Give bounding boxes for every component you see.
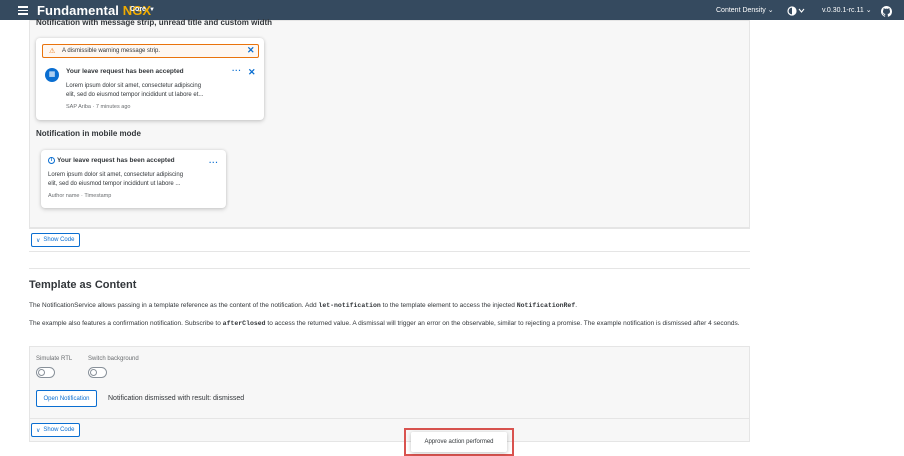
divider [29, 418, 750, 419]
close-icon[interactable]: ✕ [247, 45, 255, 56]
chevron-down-icon: ⌄ [865, 7, 872, 14]
github-icon [881, 6, 893, 17]
notification-author: Author name [48, 193, 80, 199]
brand-main: Fundamental [37, 3, 119, 18]
version-label: v.0.30.1-rc.11 [822, 7, 864, 14]
switch-background-label: Switch background [88, 356, 139, 362]
divider [29, 251, 750, 252]
theme-menu[interactable] [786, 4, 806, 22]
switch-background-switch[interactable] [88, 367, 107, 378]
para1-text: to the template element to access the in… [382, 302, 515, 309]
theme-icon [787, 6, 805, 16]
notification-body-line: elit, sed do eiusmod tempor incididunt u… [66, 92, 204, 98]
chevron-down-icon: ∨ [36, 427, 41, 434]
code-let-notification: let-notification [318, 302, 381, 309]
calendar-icon: ▦ [45, 68, 59, 82]
notification-time: 7 minutes ago [95, 104, 131, 110]
github-link[interactable] [881, 4, 893, 22]
para2-text: The example also features a confirmation… [29, 320, 221, 327]
warning-icon: ⚠ [49, 48, 56, 55]
info-icon: i [48, 157, 55, 164]
simulate-rtl-switch[interactable] [36, 367, 55, 378]
toast-message: Approve action performed [411, 432, 507, 452]
content-density-label: Content Density [716, 7, 766, 14]
show-code-label: Show Code [43, 427, 75, 433]
divider [29, 228, 750, 229]
mobile-notification-title: Your leave request has been accepted [57, 157, 175, 164]
result-text: Notification dismissed with result: dism… [108, 395, 245, 402]
para2-text: to access the returned value. A dismissa… [267, 320, 661, 327]
chevron-down-icon: ∨ [36, 237, 41, 244]
mobile-notification-footer: Author name · Timestamp [48, 193, 111, 199]
mobile-notification-body-line: Lorem ipsum dolor sit amet, consectetur … [48, 172, 184, 178]
description-paragraph: The NotificationService allows passing i… [29, 301, 749, 310]
description-paragraph: The example also features a confirmation… [29, 319, 751, 328]
simulate-rtl-label: Simulate RTL [36, 356, 73, 362]
notification-body-line: Lorem ipsum dolor sit amet, consectetur … [66, 83, 202, 89]
menu-icon[interactable] [18, 4, 28, 16]
close-icon[interactable]: ✕ [248, 67, 256, 78]
overflow-icon[interactable]: ··· [209, 158, 219, 167]
version-menu[interactable]: v.0.30.1-rc.11 ⌄ [822, 6, 872, 14]
footer-separator: · [92, 104, 95, 110]
product-menu[interactable]: Core ▼ [130, 6, 155, 13]
example-title: Notification with message strip, unread … [36, 18, 273, 27]
code-after-closed: afterClosed [222, 320, 266, 327]
notification-title: Your leave request has been accepted [66, 68, 184, 75]
show-code-button[interactable]: ∨ Show Code [31, 423, 81, 437]
mobile-mode-title: Notification in mobile mode [36, 129, 141, 138]
overflow-icon[interactable]: ··· [232, 66, 242, 75]
product-label: Core [130, 6, 146, 13]
shell-bar: Fundamental NGX Core ▼ Content Density ⌄ … [0, 0, 904, 20]
content-density-menu[interactable]: Content Density ⌄ [716, 6, 774, 14]
chevron-down-icon: ⌄ [767, 7, 774, 14]
switch-knob [38, 369, 45, 376]
notification-footer: SAP Ariba · 7 minutes ago [66, 104, 130, 110]
open-notification-button[interactable]: Open Notification [36, 390, 97, 407]
para1-text: . [575, 302, 578, 309]
message-strip-text: A dismissible warning message strip. [62, 48, 161, 54]
show-code-button[interactable]: ∨ Show Code [31, 233, 81, 247]
para1-text: The NotificationService allows passing i… [29, 302, 317, 309]
mobile-notification-body-line: elit, sed do eiusmod tempor incididunt u… [48, 181, 181, 187]
caret-down-icon: ▼ [148, 7, 155, 13]
section-title: Template as Content [29, 279, 137, 291]
notification-timestamp: Timestamp [84, 193, 112, 199]
notification-source: SAP Ariba [66, 104, 91, 110]
footer-separator: · [81, 193, 83, 199]
switch-knob [90, 369, 97, 376]
code-notification-ref: NotificationRef [516, 302, 576, 309]
para2-text: dismissed after 4 seconds. [662, 320, 740, 327]
show-code-label: Show Code [43, 237, 75, 243]
section-divider [29, 268, 750, 269]
